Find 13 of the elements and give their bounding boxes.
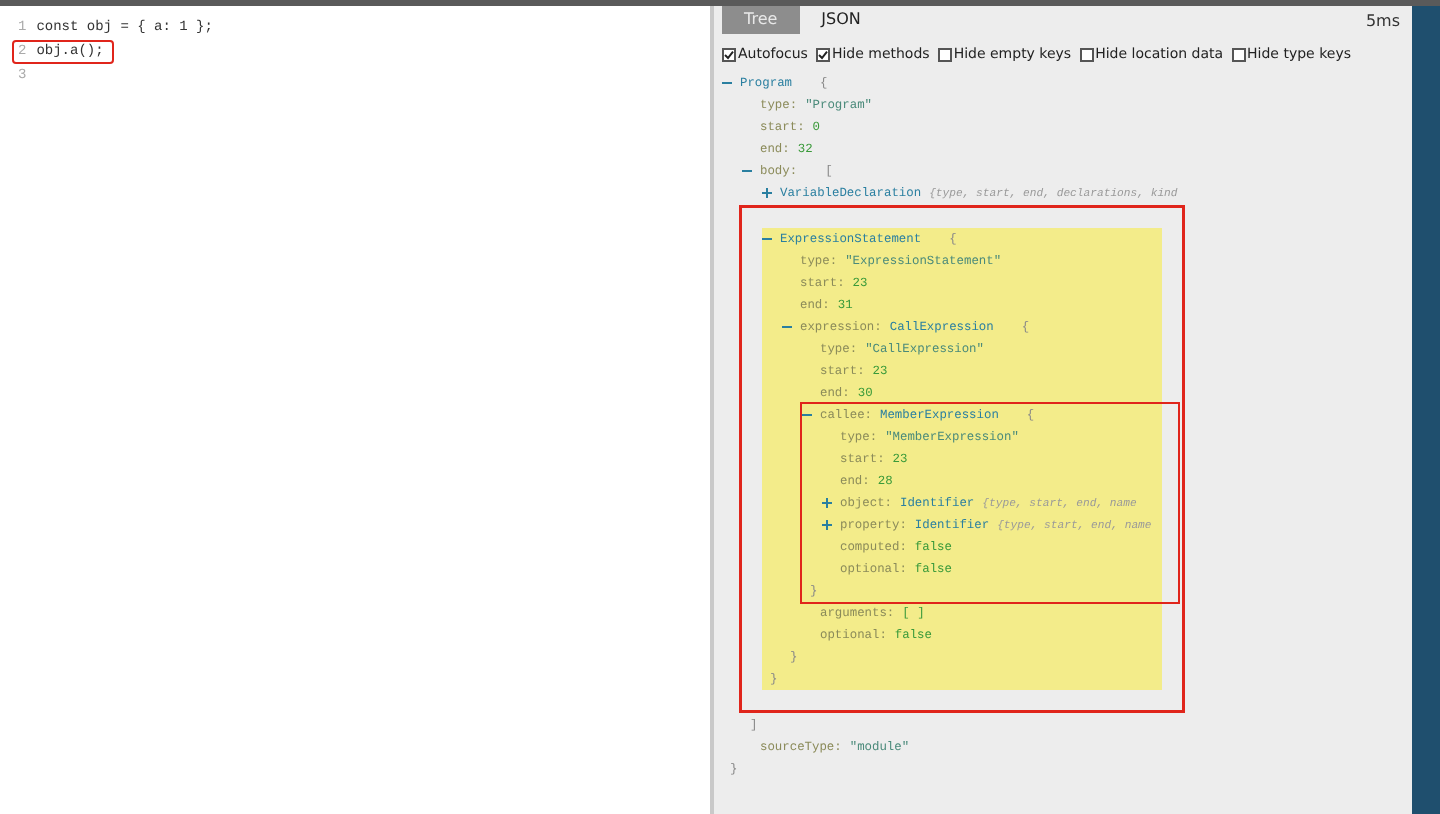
tab[interactable]: Tree — [722, 6, 800, 34]
checkbox[interactable] — [722, 47, 736, 61]
checkbox[interactable] — [815, 47, 830, 61]
expand-icon[interactable] — [822, 498, 832, 508]
checkbox[interactable] — [937, 47, 952, 61]
expand-icon[interactable] — [822, 520, 832, 530]
checkbox[interactable] — [1079, 47, 1094, 61]
tab[interactable]: JSON — [799, 6, 883, 34]
expand-icon[interactable] — [762, 188, 772, 198]
collapse-icon[interactable] — [802, 410, 812, 420]
parse-time: 5ms — [1365, 11, 1400, 29]
collapse-icon[interactable] — [762, 234, 772, 244]
checkbox[interactable] — [1231, 47, 1246, 61]
